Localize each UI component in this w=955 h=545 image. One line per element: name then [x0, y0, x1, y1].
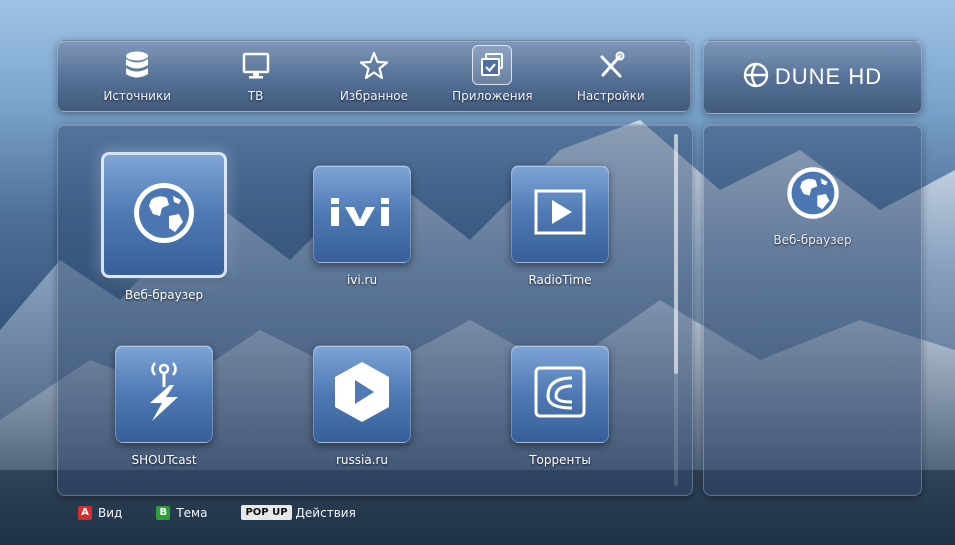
hint-view[interactable]: A Вид	[78, 505, 123, 520]
scrollbar[interactable]	[674, 134, 678, 486]
menu-label: Приложения	[452, 89, 533, 103]
hint-label: Вид	[98, 505, 123, 520]
app-label: russia.ru	[335, 453, 389, 467]
brand-panel: DUNE HD	[703, 40, 922, 114]
red-key-badge: A	[78, 505, 92, 520]
app-tile[interactable]	[313, 165, 411, 263]
app-label: Веб-браузер	[124, 288, 204, 302]
app-tile[interactable]	[115, 345, 213, 443]
dune-logo-icon	[743, 62, 769, 92]
green-key-badge: B	[156, 505, 171, 520]
selected-app-label: Веб-браузер	[773, 233, 852, 247]
app-tile[interactable]	[511, 345, 609, 443]
brand-name: DUNE HD	[774, 64, 883, 89]
wave-icon	[532, 364, 588, 424]
menu-label: Избранное	[339, 89, 409, 103]
menu-item-settings[interactable]: Настройки	[561, 47, 661, 103]
app-shoutcast[interactable]: SHOUTcast	[84, 345, 244, 467]
menu-label: ТВ	[247, 89, 264, 103]
hint-label: Тема	[176, 505, 208, 520]
app-torrents[interactable]: Торренты	[480, 345, 640, 467]
menu-item-applications[interactable]: Приложения	[442, 45, 542, 103]
app-tile[interactable]	[511, 165, 609, 263]
hint-actions[interactable]: POP UP Действия	[241, 505, 356, 520]
globe-icon	[783, 163, 843, 227]
menu-label: Источники	[103, 89, 172, 103]
app-label: Торренты	[529, 453, 591, 467]
monitor-icon	[237, 47, 275, 85]
app-ivi[interactable]: ivi.ru	[282, 165, 442, 287]
app-tile[interactable]	[313, 345, 411, 443]
hint-theme[interactable]: B Тема	[156, 505, 208, 520]
antenna-icon	[136, 357, 192, 431]
hexagon-play-icon	[332, 360, 392, 428]
footer-hints: A Вид B Тема POP UP Действия	[78, 505, 390, 520]
hint-label: Действия	[295, 505, 356, 520]
menu-item-favorites[interactable]: Избранное	[324, 47, 424, 103]
menu-item-tv[interactable]: ТВ	[206, 47, 306, 103]
top-menu-bar: Источники ТВ Избранное Приложения Настро…	[57, 40, 691, 112]
app-russia-ru[interactable]: russia.ru	[282, 345, 442, 467]
info-side-panel: Веб-браузер	[703, 124, 922, 496]
app-label: SHOUTcast	[131, 453, 197, 467]
applications-icon	[472, 45, 513, 85]
play-icon	[532, 187, 588, 241]
tools-icon	[592, 47, 630, 85]
database-icon	[118, 47, 156, 85]
scrollbar-thumb[interactable]	[674, 134, 678, 374]
star-icon	[355, 47, 393, 85]
app-radiotime[interactable]: RadioTime	[480, 165, 640, 287]
app-label: RadioTime	[528, 273, 592, 287]
app-tile[interactable]	[101, 152, 227, 278]
app-web-browser[interactable]: Веб-браузер	[84, 152, 244, 302]
ivi-logo-icon	[327, 194, 397, 234]
globe-icon	[129, 178, 199, 252]
popup-key-badge: POP UP	[241, 505, 292, 520]
menu-item-sources[interactable]: Источники	[87, 47, 187, 103]
menu-label: Настройки	[576, 89, 645, 103]
app-label: ivi.ru	[346, 273, 378, 287]
